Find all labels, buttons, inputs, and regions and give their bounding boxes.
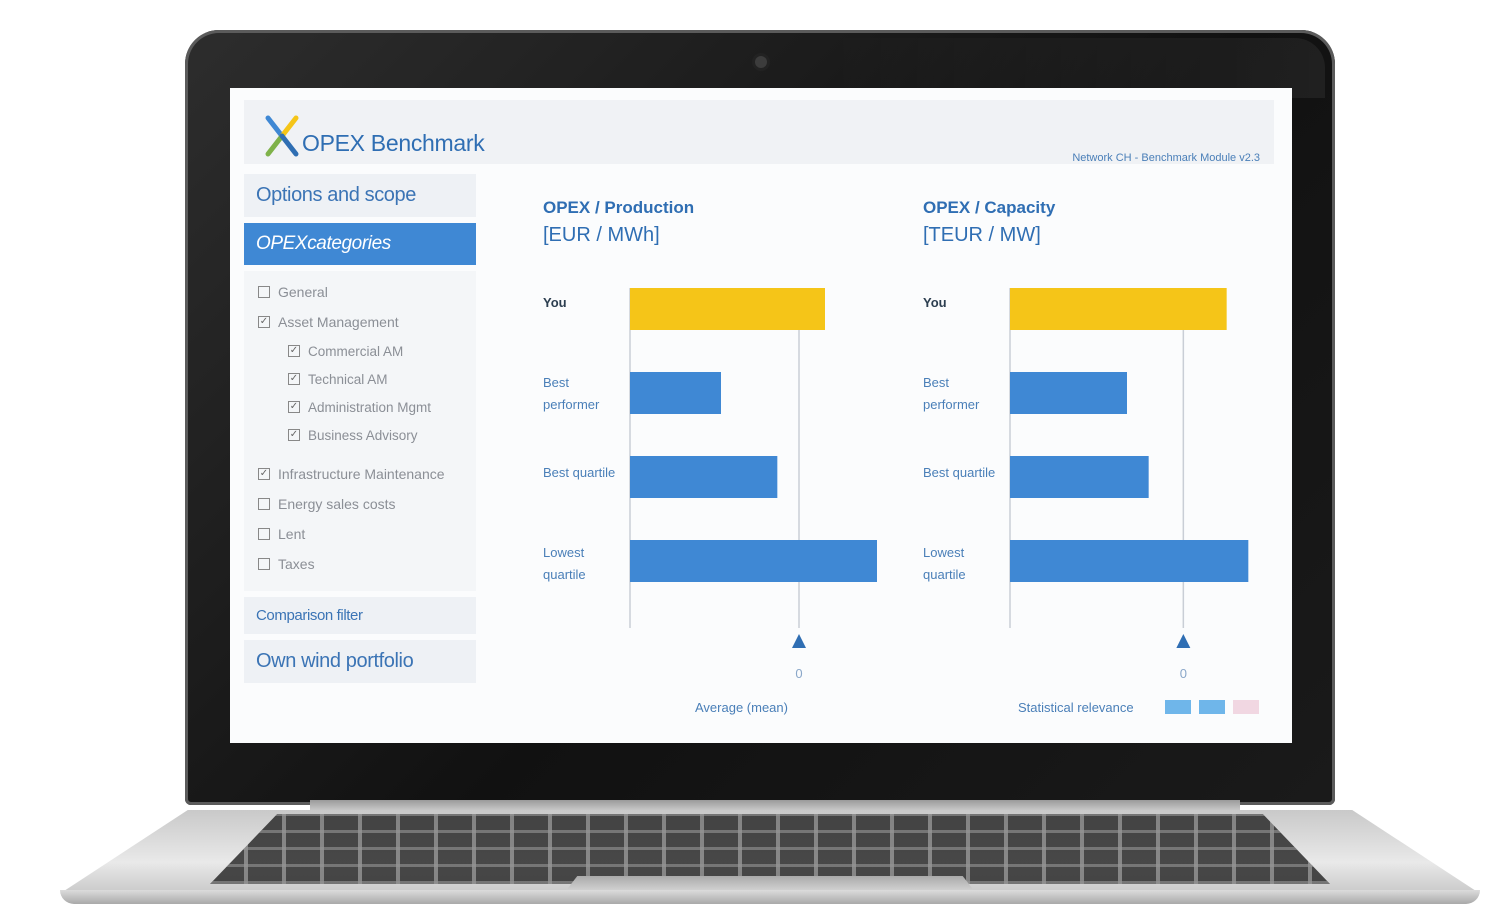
bar-lowest-quartile — [630, 540, 877, 582]
checkbox-checked-icon[interactable]: ✓ — [288, 373, 300, 385]
bar-chart: 0 — [1009, 288, 1249, 681]
checkbox-icon[interactable] — [258, 286, 270, 298]
checkbox-icon[interactable] — [258, 498, 270, 510]
sidebar: Options and scope OPEXcategories General… — [244, 174, 476, 689]
checkbox-checked-icon[interactable]: ✓ — [258, 316, 270, 328]
header-info: Network CH - Benchmark Module v2.3 — [1072, 152, 1260, 164]
bar-lowest-quartile — [1010, 540, 1249, 582]
category-label: Energy sales costs — [278, 496, 396, 512]
chart-unit: [TEUR / MW] — [923, 224, 1041, 246]
relevance-medium-swatch — [1199, 700, 1225, 714]
chart-opex-capacity: OPEX / Capacity [TEUR / MW] You Best perf… — [923, 198, 1283, 728]
average-value-label: 0 — [795, 666, 802, 681]
app-title: OPEX Benchmark — [302, 130, 485, 156]
chart-title: OPEX / Capacity — [923, 198, 1056, 217]
laptop-screen: OPEX Benchmark Network CH - Benchmark Mo… — [230, 88, 1292, 743]
category-label: Taxes — [278, 556, 315, 572]
category-label: Technical AM — [308, 371, 388, 387]
category-item[interactable]: ✓ Asset Management — [244, 307, 476, 337]
checkbox-checked-icon[interactable]: ✓ — [288, 429, 300, 441]
laptop-base — [60, 800, 1480, 910]
sidebar-item-label: Options and scope — [256, 184, 416, 206]
statistical-relevance-label: Statistical relevance — [1018, 700, 1134, 715]
chart-title: OPEX / Production — [543, 198, 695, 217]
sidebar-item-opex-categories[interactable]: OPEXcategories — [244, 223, 476, 265]
category-item[interactable]: ✓ Commercial AM — [244, 337, 476, 365]
category-label: Asset Management — [278, 314, 399, 330]
checkbox-icon[interactable] — [258, 558, 270, 570]
bar-best-performer — [1010, 372, 1127, 414]
relevance-low-swatch — [1233, 700, 1259, 714]
app-logo-icon — [265, 115, 299, 157]
keyboard-rows — [210, 814, 1330, 884]
category-item[interactable]: Lent — [244, 519, 476, 549]
bar-best-quartile — [630, 456, 778, 498]
category-label: Infrastructure Maintenance — [278, 466, 445, 482]
bar-best-quartile — [1010, 456, 1149, 498]
bar-chart: 0 — [629, 288, 877, 681]
checkbox-checked-icon[interactable]: ✓ — [258, 468, 270, 480]
app-header: OPEX Benchmark Network CH - Benchmark Mo… — [244, 100, 1274, 164]
average-marker-icon — [792, 634, 806, 648]
average-legend-label: Average (mean) — [695, 700, 788, 715]
laptop-front-edge — [60, 890, 1480, 904]
sidebar-item-comparison-filter[interactable]: Comparison filter — [244, 597, 476, 634]
category-label: Business Advisory — [308, 427, 418, 443]
checkbox-checked-icon[interactable]: ✓ — [288, 345, 300, 357]
average-value-label: 0 — [1180, 666, 1187, 681]
sidebar-item-options[interactable]: Options and scope — [244, 174, 476, 217]
bar-best-performer — [630, 372, 721, 414]
category-item[interactable]: ✓ Technical AM — [244, 365, 476, 393]
sidebar-item-own-portfolio[interactable]: Own wind portfolio — [244, 640, 476, 683]
category-item[interactable]: Taxes — [244, 549, 476, 579]
category-label: Commercial AM — [308, 343, 404, 359]
category-list: General ✓ Asset Management ✓ Commercial AM ✓ T… — [244, 271, 476, 591]
checkbox-checked-icon[interactable]: ✓ — [288, 401, 300, 413]
sidebar-item-label: Own wind portfolio — [256, 650, 414, 672]
category-item[interactable]: ✓ Infrastructure Maintenance — [244, 459, 476, 489]
chart-opex-production: OPEX / Production [EUR / MWh] You Best pe… — [543, 198, 903, 728]
category-item[interactable]: ✓ Business Advisory — [244, 421, 476, 449]
webcam-icon — [755, 56, 767, 68]
category-label: Lent — [278, 526, 306, 542]
bar-you — [630, 288, 825, 330]
sidebar-item-label: OPEXcategories — [256, 233, 391, 254]
category-label: General — [278, 284, 328, 300]
chart-unit: [EUR / MWh] — [543, 224, 660, 246]
category-item[interactable]: ✓ Administration Mgmt — [244, 393, 476, 421]
category-item[interactable]: General — [244, 277, 476, 307]
category-item[interactable]: Energy sales costs — [244, 489, 476, 519]
checkbox-icon[interactable] — [258, 528, 270, 540]
sidebar-item-label: Comparison filter — [256, 607, 363, 624]
bar-you — [1010, 288, 1227, 330]
average-marker-icon — [1176, 634, 1191, 648]
category-label: Administration Mgmt — [308, 399, 432, 415]
relevance-high-swatch — [1165, 700, 1191, 714]
